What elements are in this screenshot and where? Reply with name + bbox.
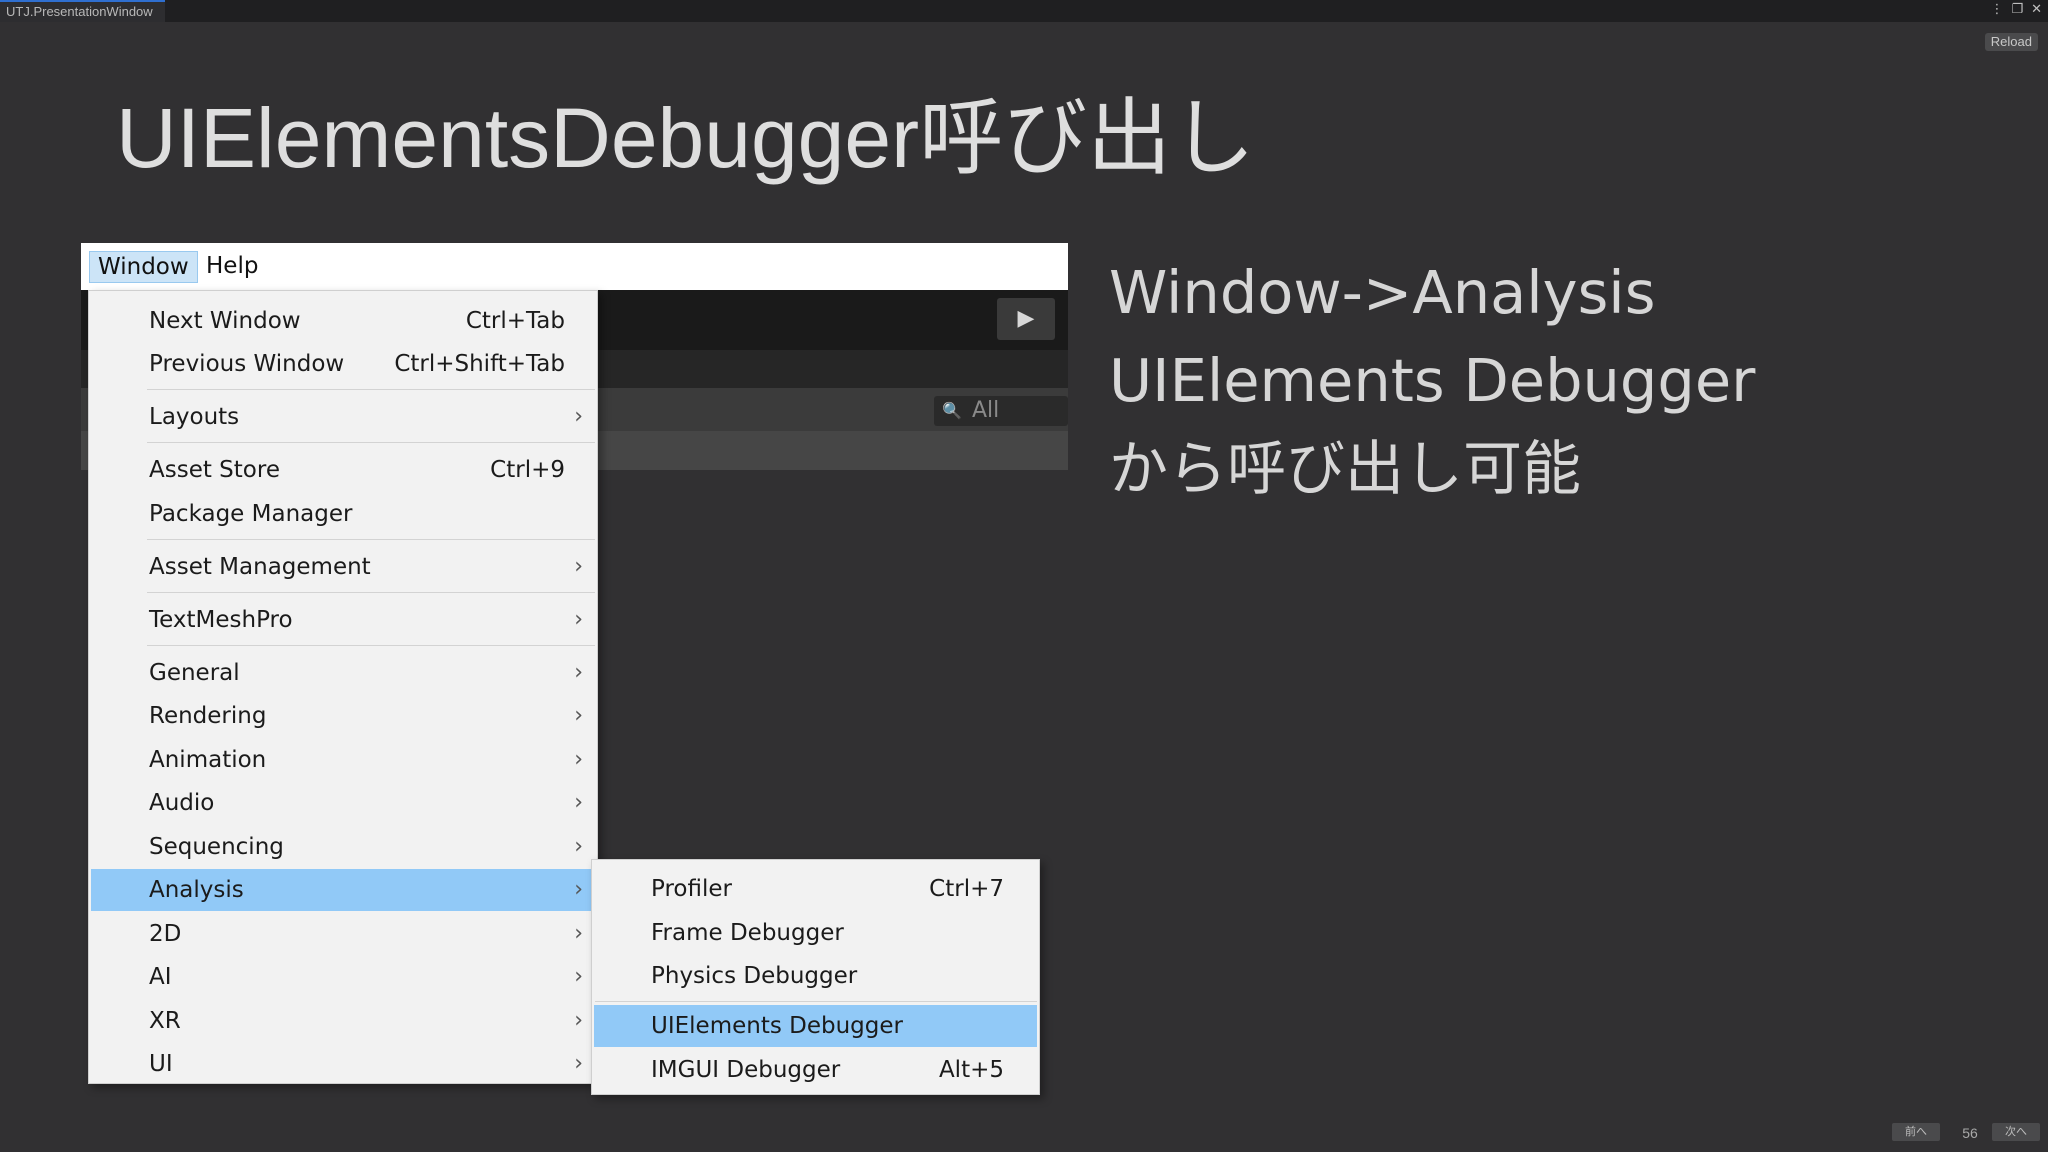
reload-button[interactable]: Reload [1984,33,2038,51]
menu-item-label: Package Manager [149,501,353,527]
submenu-item-uielements-debugger[interactable]: UIElements Debugger [594,1005,1037,1047]
description-line-1: Window->Analysis [1109,258,1656,327]
menu-item-shortcut: Ctrl+Shift+Tab [394,351,565,377]
menu-separator [147,592,595,593]
window-menu: Next Window Ctrl+Tab Previous Window Ctr… [88,290,598,1084]
submenu-item-physics-debugger[interactable]: Physics Debugger [594,955,1037,997]
menu-item-ai[interactable]: AI › [91,956,595,998]
menu-item-label: TextMeshPro [149,607,293,633]
menu-item-label: Frame Debugger [651,920,844,946]
menu-item-shortcut: Alt+5 [938,1057,1004,1083]
menu-separator [147,539,595,540]
menu-help[interactable]: Help [198,251,266,283]
menu-item-audio[interactable]: Audio › [91,782,595,824]
chevron-right-icon: › [574,1051,583,1076]
menu-item-label: Sequencing [149,834,284,860]
menu-item-shortcut: Ctrl+Tab [465,308,565,334]
window-controls: ⋮ ❐ ✕ [1990,1,2042,19]
chevron-right-icon: › [574,790,583,815]
play-button[interactable]: ▶ [997,298,1055,340]
menu-item-2d[interactable]: 2D › [91,913,595,955]
menu-item-label: IMGUI Debugger [651,1057,841,1083]
close-icon[interactable]: ✕ [2031,1,2042,19]
menu-item-textmeshpro[interactable]: TextMeshPro › [91,599,595,641]
menu-separator [147,389,595,390]
menu-item-previous-window[interactable]: Previous Window Ctrl+Shift+Tab [91,343,595,385]
chevron-right-icon: › [574,703,583,728]
slide-title: UIElementsDebugger呼び出し [116,91,1256,185]
menu-item-analysis[interactable]: Analysis › [91,869,595,911]
chevron-right-icon: › [574,554,583,579]
menu-item-asset-store[interactable]: Asset Store Ctrl+9 [91,449,595,491]
menu-item-layouts[interactable]: Layouts › [91,396,595,438]
menu-item-next-window[interactable]: Next Window Ctrl+Tab [91,300,595,342]
chevron-right-icon: › [574,964,583,989]
maximize-icon[interactable]: ❐ [2011,1,2023,19]
submenu-item-imgui-debugger[interactable]: IMGUI Debugger Alt+5 [594,1049,1037,1091]
chevron-right-icon: › [574,607,583,632]
play-icon: ▶ [1017,306,1035,331]
menu-item-package-manager[interactable]: Package Manager [91,493,595,535]
menu-item-animation[interactable]: Animation › [91,739,595,781]
analysis-submenu: Profiler Ctrl+7 Frame Debugger Physics D… [591,859,1040,1095]
description-line-3: から呼び出し可能 [1109,434,1582,503]
search-input-value: All [972,398,1000,423]
prev-slide-button[interactable]: 前へ [1892,1123,1940,1141]
menu-item-label: UIElements Debugger [651,1013,903,1039]
menu-item-label: XR [149,1008,181,1034]
submenu-item-frame-debugger[interactable]: Frame Debugger [594,912,1037,954]
window-tab-title: UTJ.PresentationWindow [6,4,153,19]
menu-item-label: Physics Debugger [651,963,858,989]
search-input[interactable]: 🔍 All [934,396,1068,426]
menu-item-sequencing[interactable]: Sequencing › [91,826,595,868]
menu-item-label: Audio [149,790,215,816]
menu-item-label: Analysis [149,877,244,903]
chevron-right-icon: › [574,1008,583,1033]
menu-item-asset-management[interactable]: Asset Management › [91,546,595,588]
menu-item-label: UI [149,1051,173,1077]
menu-item-label: Profiler [651,876,732,902]
window-tab[interactable]: UTJ.PresentationWindow [0,0,165,22]
chevron-right-icon: › [574,834,583,859]
window-titlebar: UTJ.PresentationWindow ⋮ ❐ ✕ [0,0,2048,22]
menu-item-rendering[interactable]: Rendering › [91,695,595,737]
menu-item-label: Asset Store [149,457,280,483]
menu-item-label: AI [149,964,172,990]
search-icon: 🔍 [942,401,962,420]
menu-item-label: Rendering [149,703,267,729]
menu-item-shortcut: Ctrl+7 [929,876,1004,902]
menu-item-label: Layouts [149,404,240,430]
menu-separator [595,1001,1037,1002]
menu-item-label: Asset Management [149,554,371,580]
page-number: 56 [1962,1125,1978,1141]
description-line-2: UIElements Debugger [1109,346,1756,415]
menu-item-general[interactable]: General › [91,652,595,694]
menu-item-shortcut: Ctrl+9 [490,457,565,483]
menu-separator [147,442,595,443]
submenu-item-profiler[interactable]: Profiler Ctrl+7 [594,868,1037,910]
menu-item-xr[interactable]: XR › [91,1000,595,1042]
next-slide-button[interactable]: 次へ [1992,1123,2040,1141]
menu-window[interactable]: Window [89,251,198,283]
menu-bar: Window Help [81,243,1068,290]
menu-item-label: 2D [149,921,182,947]
chevron-right-icon: › [574,404,583,429]
kebab-menu-icon[interactable]: ⋮ [1990,1,2003,19]
menu-separator [147,645,595,646]
chevron-right-icon: › [574,921,583,946]
chevron-right-icon: › [574,747,583,772]
menu-item-label: General [149,660,240,686]
menu-item-label: Previous Window [149,351,345,377]
chevron-right-icon: › [574,660,583,685]
menu-item-label: Next Window [149,308,301,334]
menu-item-label: Animation [149,747,267,773]
chevron-right-icon: › [574,877,583,902]
menu-item-ui[interactable]: UI › [91,1043,595,1085]
